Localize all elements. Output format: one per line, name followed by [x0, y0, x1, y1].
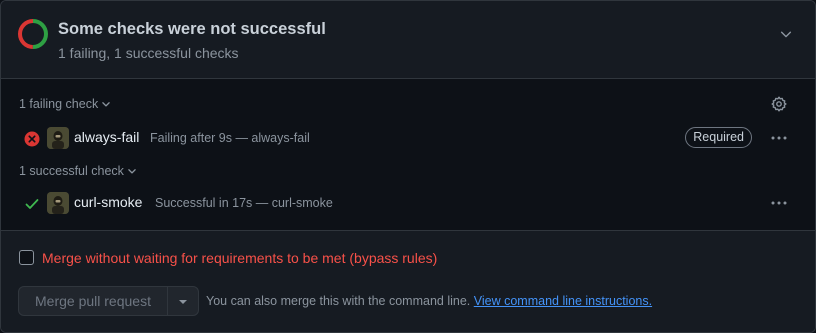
check-name[interactable]: always-fail [74, 129, 139, 145]
bypass-rules-checkbox[interactable] [19, 250, 34, 265]
kebab-icon[interactable] [770, 195, 788, 211]
check-row-curl-smoke: curl-smoke Successful in 17s — curl-smok… [1, 188, 815, 218]
gear-icon[interactable] [771, 96, 787, 112]
checks-title: Some checks were not successful [58, 20, 326, 38]
failing-group-toggle[interactable]: 1 failing check [19, 97, 111, 111]
merge-pull-request-button[interactable]: Merge pull request [18, 286, 168, 316]
status-ring-icon [18, 19, 48, 49]
check-description: Failing after 9s — always-fail [150, 131, 310, 145]
successful-group-toggle[interactable]: 1 successful check [19, 164, 137, 178]
avatar [47, 192, 69, 214]
chevron-down-icon [128, 169, 136, 174]
check-description: Successful in 17s — curl-smoke [155, 196, 333, 210]
command-line-hint: You can also merge this with the command… [206, 294, 652, 308]
required-badge: Required [685, 127, 752, 148]
chevron-down-icon [102, 102, 110, 107]
checks-subtitle: 1 failing, 1 successful checks [58, 45, 239, 61]
check-icon [25, 199, 39, 209]
merge-checks-panel: Some checks were not successful 1 failin… [0, 0, 816, 333]
checks-summary-header[interactable]: Some checks were not successful 1 failin… [1, 1, 815, 79]
failing-group-label: 1 failing check [19, 97, 99, 111]
bypass-rules-label[interactable]: Merge without waiting for requirements t… [42, 250, 437, 266]
merge-footer: Merge without waiting for requirements t… [1, 230, 815, 332]
command-line-hint-text: You can also merge this with the command… [206, 294, 471, 308]
kebab-icon[interactable] [770, 130, 788, 146]
command-line-instructions-link[interactable]: View command line instructions. [474, 294, 652, 308]
avatar [47, 127, 69, 149]
chevron-down-icon[interactable] [779, 27, 793, 41]
merge-method-dropdown-button[interactable] [167, 286, 199, 316]
caret-down-icon [179, 300, 187, 304]
x-circle-icon [24, 131, 40, 147]
check-row-always-fail: always-fail Failing after 9s — always-fa… [1, 123, 815, 153]
check-name[interactable]: curl-smoke [74, 194, 142, 210]
successful-group-label: 1 successful check [19, 164, 124, 178]
